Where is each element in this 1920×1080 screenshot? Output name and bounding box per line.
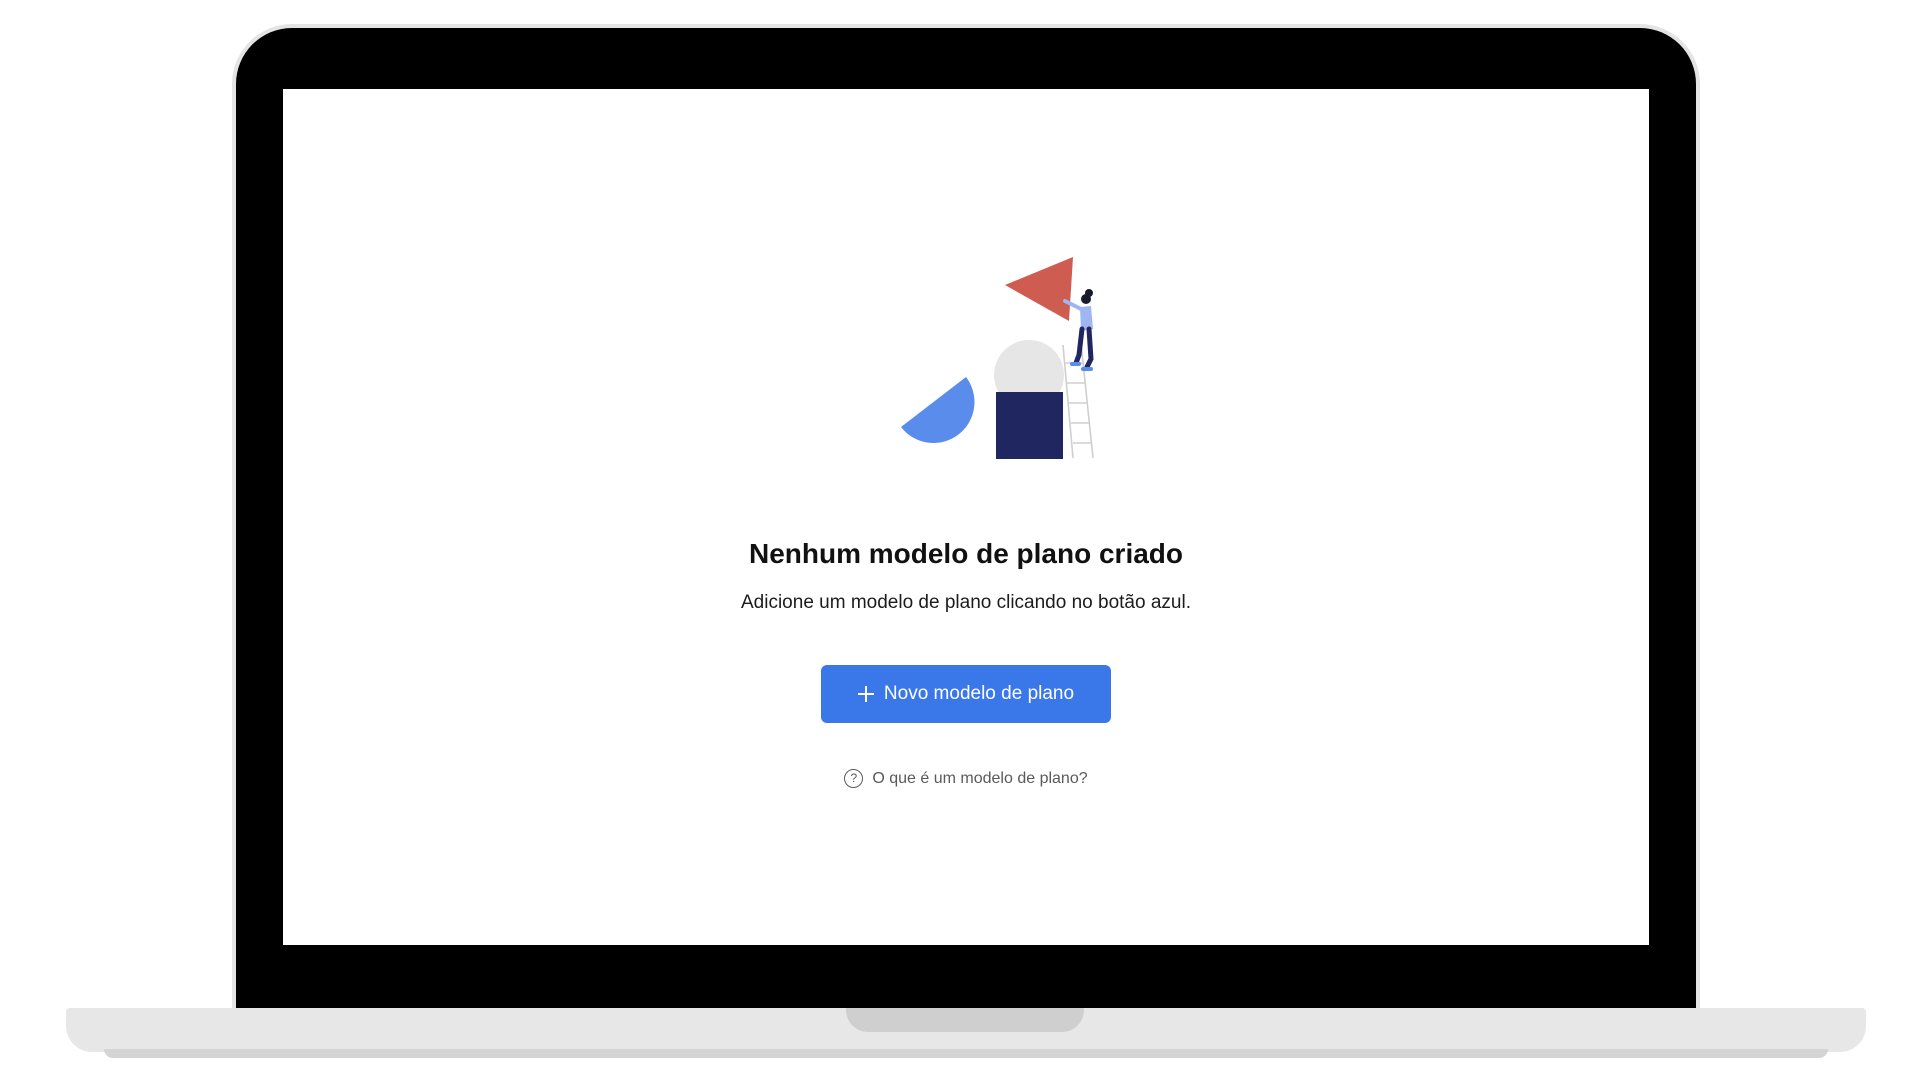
illustration-svg xyxy=(901,257,1094,459)
square-shape xyxy=(996,392,1063,459)
empty-state-title: Nenhum modelo de plano criado xyxy=(748,538,1184,569)
laptop-base-shadow xyxy=(104,1049,1828,1058)
what-is-plan-template-link[interactable]: ? O que é um modelo de plano? xyxy=(283,769,1649,788)
laptop-notch xyxy=(846,1008,1084,1032)
triangle-shape xyxy=(1005,257,1073,321)
building-blocks-illustration xyxy=(833,251,1103,459)
half-circle-shape xyxy=(901,377,975,443)
question-circle-icon: ? xyxy=(844,769,864,788)
laptop-mockup: Nenhum modelo de plano criado Adicione u… xyxy=(0,0,1920,1080)
app-screen: Nenhum modelo de plano criado Adicione u… xyxy=(283,89,1649,945)
new-plan-template-button-label: Novo modelo de plano xyxy=(883,683,1075,704)
plus-icon xyxy=(857,686,874,702)
new-plan-template-button[interactable]: Novo modelo de plano xyxy=(821,665,1111,723)
help-link-label: O que é um modelo de plano? xyxy=(872,769,1088,787)
person-figure xyxy=(1063,289,1094,371)
empty-state-subtitle: Adicione um modelo de plano clicando no … xyxy=(741,592,1191,613)
